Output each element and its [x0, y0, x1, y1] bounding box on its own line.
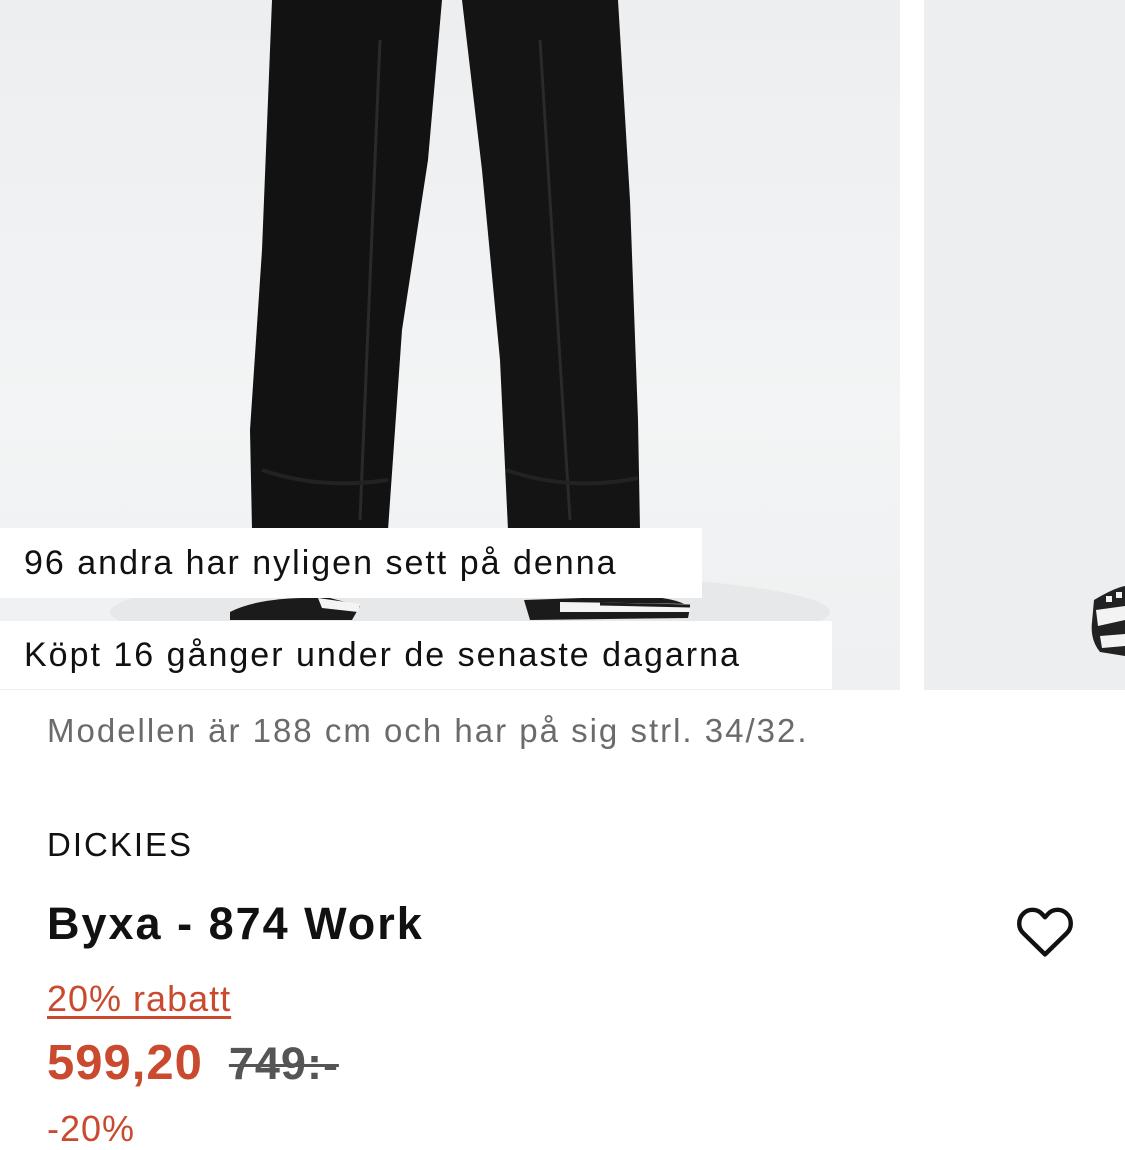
recently-viewed-text: 96 andra har nyligen sett på denna	[24, 543, 618, 582]
sale-price: 599,20	[47, 1036, 203, 1090]
bought-count-text: Köpt 16 gånger under de senaste dagarna	[24, 635, 741, 674]
recently-viewed-badge: 96 andra har nyligen sett på denna	[0, 528, 702, 598]
wishlist-button[interactable]	[1012, 898, 1078, 964]
product-image-next[interactable]	[924, 0, 1125, 690]
product-brand[interactable]: DICKIES	[47, 826, 193, 864]
product-image-main[interactable]: 96 andra har nyligen sett på denna Köpt …	[0, 0, 900, 690]
model-size-info: Modellen är 188 cm och har på sig strl. …	[47, 712, 809, 749]
original-price: 749:-	[228, 1038, 339, 1089]
price-row: 599,20 749:-	[47, 1035, 339, 1091]
discount-link[interactable]: 20% rabatt	[47, 978, 231, 1020]
product-image-gallery[interactable]: 96 andra har nyligen sett på denna Köpt …	[0, 0, 1125, 690]
product-title: Byxa - 874 Work	[47, 898, 424, 949]
discount-percent-tag: -20%	[47, 1108, 136, 1149]
heart-outline-icon	[1017, 907, 1073, 957]
shoe-photo	[1091, 586, 1125, 656]
bought-count-badge: Köpt 16 gånger under de senaste dagarna	[0, 621, 832, 689]
